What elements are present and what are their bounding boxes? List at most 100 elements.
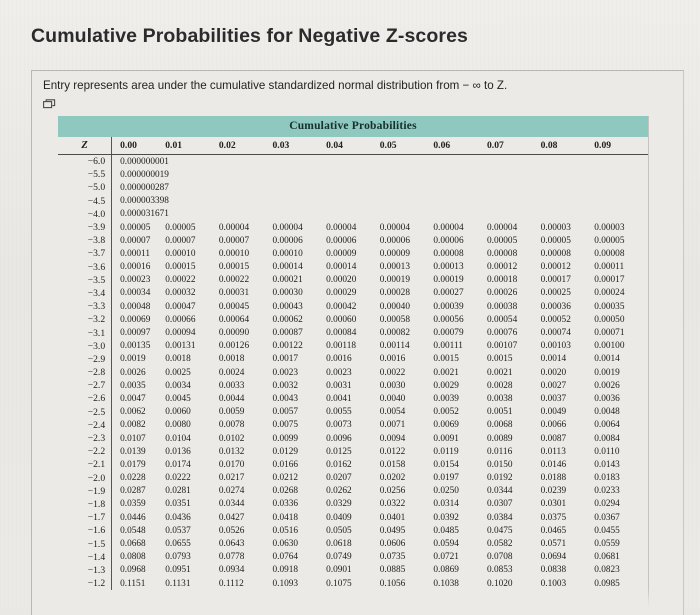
table-cell: 0.0202 xyxy=(379,473,406,484)
table-cell: 0.00036 xyxy=(540,301,571,312)
table-cell: 0.0630 xyxy=(272,539,299,550)
table-cell: 0.0495 xyxy=(379,525,406,536)
table-cell: 0.1075 xyxy=(326,578,352,589)
row-header-z: −3.1 xyxy=(58,326,113,340)
row-header-z: −2.9 xyxy=(58,352,113,366)
table-cell: 0.0322 xyxy=(379,499,406,510)
table-cell: 0.0901 xyxy=(326,565,352,576)
row-header-z: −2.2 xyxy=(58,445,113,459)
table-cell: 0.00097 xyxy=(120,328,151,339)
column-header-1: 0.01 xyxy=(165,137,219,155)
table-cell xyxy=(165,155,219,169)
table-cell: 0.00020 xyxy=(326,275,357,286)
table-cell: 0.00062 xyxy=(272,314,303,325)
table-cell: 0.00026 xyxy=(487,288,518,299)
table-cell: 0.000000287 xyxy=(120,182,169,193)
table-cell: 0.0594 xyxy=(433,539,459,550)
table-cell: 0.0516 xyxy=(272,525,299,536)
table-cell: 0.0166 xyxy=(272,459,299,470)
table-cell xyxy=(541,181,595,194)
table-cell: 0.0392 xyxy=(433,512,459,523)
document-page: Cumulative Probabilities for Negative Z-… xyxy=(0,0,700,615)
table-cell xyxy=(541,155,595,169)
table-cell: 0.0465 xyxy=(540,525,567,536)
table-row: −2.1 0.0179 0.0174 0.0170 0.0166 0.0162 0.0158… xyxy=(58,458,648,472)
table-row: −2.9 0.0019 0.0018 0.0018 0.0017 0.0016 0.0016… xyxy=(58,352,648,366)
table-cell: 0.0537 xyxy=(165,525,191,536)
table-cell: 0.0618 xyxy=(326,539,352,550)
row-header-z: −1.3 xyxy=(58,563,113,577)
table-cell: 0.00103 xyxy=(540,341,571,352)
copy-icon[interactable] xyxy=(43,98,56,110)
table-cell: 0.0344 xyxy=(487,486,513,497)
table-row: −2.6 0.0047 0.0045 0.0044 0.0043 0.0041 0.0040… xyxy=(58,392,648,406)
table-cell: 0.0026 xyxy=(594,380,620,391)
z-table-container: Cumulative Probabilities Z 0.00 0.01 0.0… xyxy=(58,116,648,591)
table-cell: 0.000000019 xyxy=(120,169,169,180)
table-cell: 0.0505 xyxy=(326,525,352,536)
row-header-z: −4.5 xyxy=(58,194,113,208)
row-header-z: −4.0 xyxy=(58,207,113,221)
table-cell: 0.0060 xyxy=(165,407,191,418)
table-cell: 0.0401 xyxy=(379,512,406,523)
table-cell: 0.0485 xyxy=(433,525,459,536)
table-cell: 0.00010 xyxy=(218,248,250,259)
table-cell: 0.0045 xyxy=(165,393,191,404)
table-cell: 0.0015 xyxy=(433,354,459,365)
row-header-z: −2.0 xyxy=(58,471,113,485)
table-cell: 0.00014 xyxy=(272,262,303,273)
table-cell: 0.00010 xyxy=(272,248,303,259)
table-cell: 0.00024 xyxy=(594,288,625,299)
table-cell: 0.00038 xyxy=(487,301,518,312)
table-cell: 0.0793 xyxy=(165,552,191,563)
table-cell: 0.00014 xyxy=(326,262,357,273)
table-body: −6.0 0.000000001 −5.5 0.000000019 −5.0 0.0000… xyxy=(58,154,648,591)
table-cell: 0.00066 xyxy=(165,314,196,325)
table-cell: 0.00107 xyxy=(487,341,518,352)
table-cell: 0.00022 xyxy=(165,275,196,286)
table-cell: 0.0132 xyxy=(218,446,245,457)
table-caption: Entry represents area under the cumulati… xyxy=(43,79,508,92)
table-row: −2.7 0.0035 0.0034 0.0033 0.0032 0.0031 0.0030… xyxy=(58,379,648,393)
table-cell: 0.000003398 xyxy=(120,196,169,207)
table-row: −5.5 0.000000019 xyxy=(58,168,648,182)
table-head: Cumulative Probabilities Z 0.00 0.01 0.0… xyxy=(58,116,648,155)
table-cell: 0.0023 xyxy=(326,367,352,378)
table-cell: 0.0036 xyxy=(594,393,620,404)
table-row: −1.4 0.0808 0.0793 0.0778 0.0764 0.0749 0.0735… xyxy=(58,550,648,564)
table-cell: 0.0281 xyxy=(165,486,191,497)
table-cell: 0.0116 xyxy=(487,446,513,457)
table-cell: 0.00005 xyxy=(165,222,196,233)
table-cell: 0.0066 xyxy=(540,420,567,431)
table-cell: 0.0749 xyxy=(326,552,352,563)
table-cell: 0.00074 xyxy=(540,328,571,339)
table-cell xyxy=(380,168,434,181)
table-cell xyxy=(380,195,434,208)
row-header-z: −6.0 xyxy=(58,154,113,169)
table-cell: 0.00019 xyxy=(379,275,410,286)
table-cell: 0.0040 xyxy=(379,393,406,404)
table-cell xyxy=(433,155,487,169)
table-cell: 0.0228 xyxy=(120,473,146,484)
table-cell xyxy=(541,195,595,208)
table-cell: 0.00025 xyxy=(540,288,571,299)
table-cell: 0.0110 xyxy=(594,446,620,457)
table-cell: 0.00004 xyxy=(379,222,410,233)
table-cell xyxy=(380,208,434,221)
table-cell: 0.0069 xyxy=(433,420,459,431)
table-row: −2.4 0.0082 0.0080 0.0078 0.0075 0.0073 0.0071… xyxy=(58,418,648,432)
table-cell: 0.0179 xyxy=(120,459,146,470)
table-cell: 0.1056 xyxy=(379,578,406,589)
table-row: −3.3 0.00048 0.00047 0.00045 0.00043 0.00042 0… xyxy=(58,300,648,314)
row-header-z: −1.2 xyxy=(58,577,113,591)
table-cell: 0.0052 xyxy=(433,407,459,418)
table-cell: 0.0034 xyxy=(165,380,191,391)
table-cell: 0.00009 xyxy=(379,248,410,259)
table-cell: 0.0869 xyxy=(433,565,459,576)
table-cell: 0.00131 xyxy=(165,341,196,352)
table-cell xyxy=(487,181,541,194)
table-cell: 0.0019 xyxy=(594,367,620,378)
table-cell xyxy=(433,168,487,181)
table-cell: 0.0021 xyxy=(433,367,459,378)
table-cell: 0.00003 xyxy=(594,222,625,233)
